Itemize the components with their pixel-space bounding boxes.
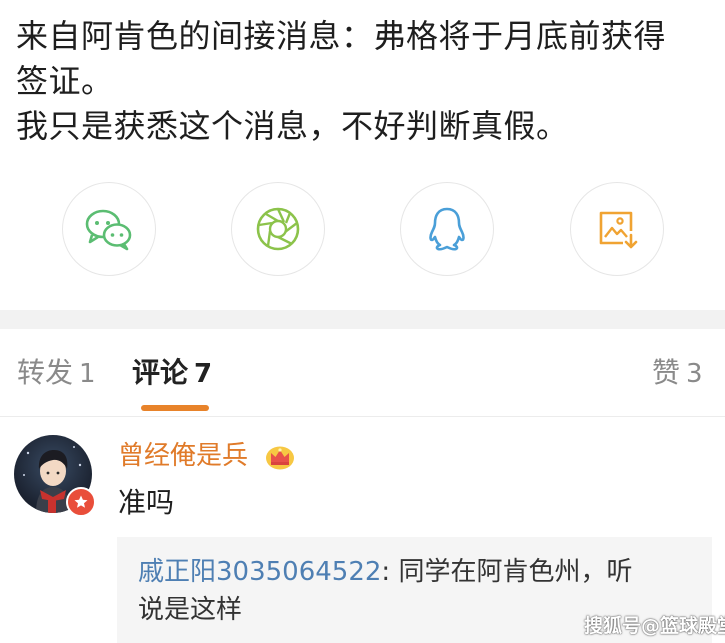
watermark: 搜狐号@篮球殿堂 [584,615,725,637]
tab-repost-count: 1 [79,359,96,389]
share-moments-button[interactable] [231,182,325,276]
post-line: 来自阿肯色的间接消息：弗格将于月底前获得 [16,17,667,55]
share-qq-button[interactable] [400,182,494,276]
tab-like-count: 3 [686,359,703,389]
post-line: 我只是获悉这个消息，不好判断真假。 [16,107,569,145]
tab-comment-label: 评论 [132,356,189,389]
section-divider [0,310,725,329]
verified-badge-icon [66,487,96,517]
tab-like[interactable]: 赞3 [652,355,703,392]
crown-icon [266,446,294,470]
comment-username[interactable]: 曾经俺是兵 [118,439,248,473]
share-wechat-button[interactable] [62,182,156,276]
post-line: 签证。 [16,62,114,100]
tab-repost[interactable]: 转发 1 [17,355,96,392]
tab-comment-count: 7 [194,359,213,389]
post-body: 来自阿肯色的间接消息：弗格将于月底前获得 签证。 我只是获悉这个消息，不好判断真… [16,14,716,149]
active-tab-indicator [141,405,209,411]
moments-aperture-icon [256,207,300,251]
save-image-icon [599,211,638,249]
interaction-tabs: 转发 1 评论 7 赞3 [0,329,725,417]
qq-penguin-icon [429,207,465,251]
comment-text: 准吗 [118,486,175,519]
star-icon [74,495,88,508]
wechat-icon [85,209,132,251]
tab-like-label: 赞 [652,356,681,389]
share-bar [0,182,725,278]
reply-username[interactable]: 戚正阳3035064522 [138,557,381,587]
tab-comment[interactable]: 评论 7 [132,355,212,392]
comment-item: 曾经俺是兵 准吗 戚正阳3035064522: 同学在阿肯色州，听说是这样 [0,417,725,643]
save-image-button[interactable] [570,182,664,276]
tab-repost-label: 转发 [17,356,74,389]
reply-separator: : [381,557,399,587]
reply-text-line2: 说是这样 [138,595,243,625]
reply-text-line1: 同学在阿肯色州，听 [398,557,633,587]
